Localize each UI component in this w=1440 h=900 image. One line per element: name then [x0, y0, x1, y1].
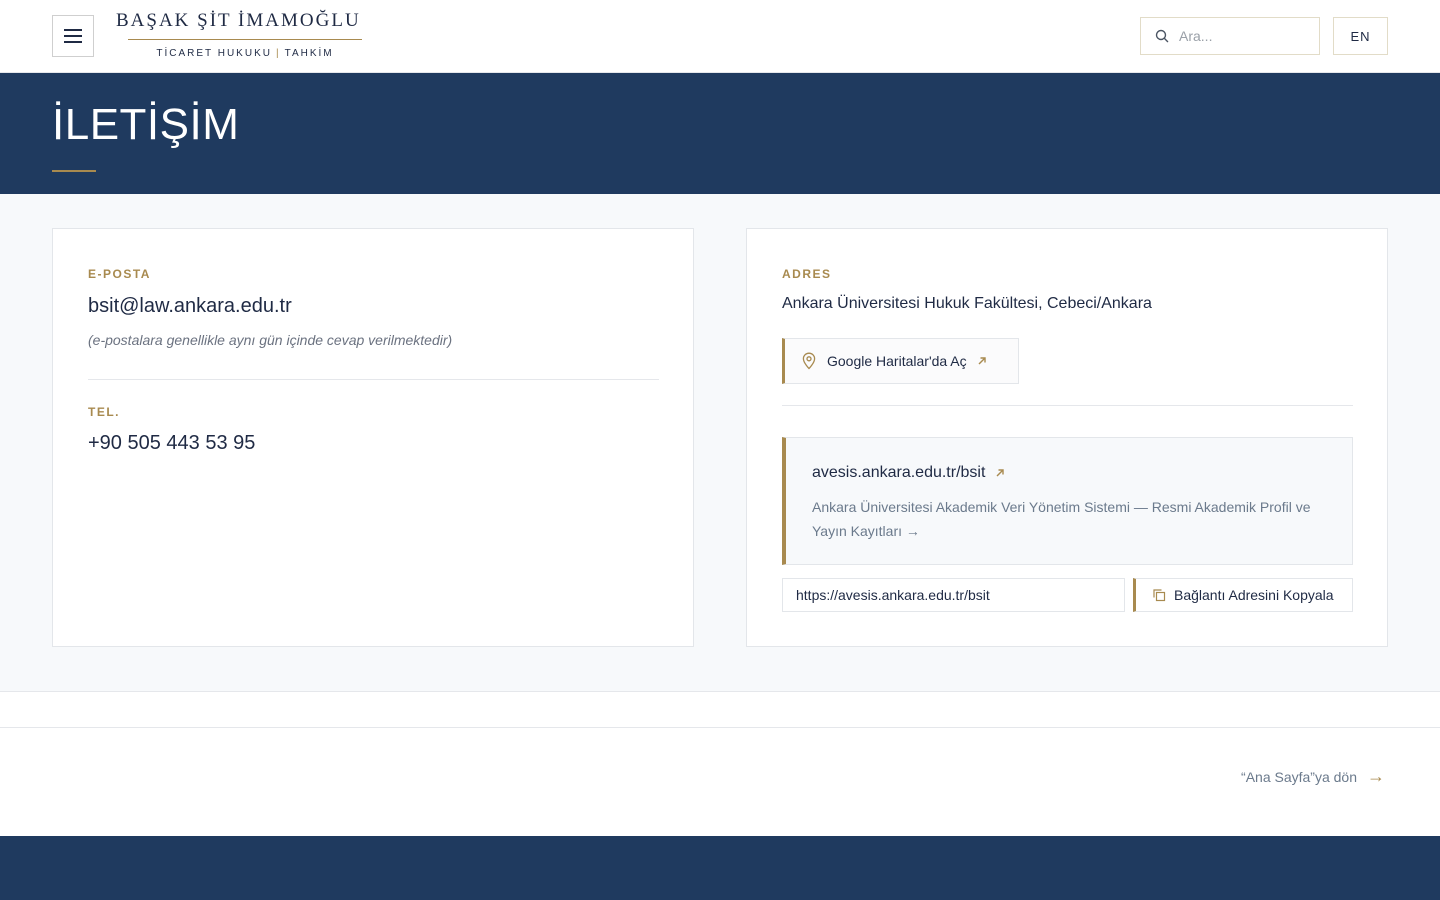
hamburger-menu-icon: [64, 29, 82, 31]
map-pin-icon: [802, 352, 816, 370]
contact-card: E-POSTA bsit@law.ankara.edu.tr (e-postal…: [52, 228, 694, 647]
copy-icon: [1153, 589, 1166, 602]
hamburger-menu-icon-line: [64, 35, 82, 37]
address-value: Ankara Üniversitesi Hukuk Fakültesi, Ceb…: [782, 295, 1152, 312]
top-navigation-bar: BAŞAK ŞİT İMAMOĞLU TİCARET HUKUKU | TAHKİM…: [0, 0, 1440, 73]
language-toggle-button[interactable]: EN: [1333, 17, 1388, 55]
academic-profile-link[interactable]: avesis.ankara.edu.tr/bsit: [812, 464, 1005, 482]
open-google-maps-label: Google Haritalar'da Aç: [827, 353, 967, 369]
open-google-maps-button[interactable]: Google Haritalar'da Aç: [782, 338, 1019, 384]
profile-url-field[interactable]: [782, 578, 1125, 612]
email-note: (e-postalara genellikle aynı gün içinde …: [88, 332, 453, 348]
brand-tagline: TİCARET HUKUKU | TAHKİM: [116, 48, 374, 59]
menu-button[interactable]: [52, 15, 94, 57]
address-card: ADRES Ankara Üniversitesi Hukuk Fakültes…: [746, 228, 1388, 647]
academic-profile-box: avesis.ankara.edu.tr/bsit Ankara Ünivers…: [782, 437, 1353, 565]
address-label: ADRES: [782, 267, 832, 281]
search-box[interactable]: [1140, 17, 1320, 55]
divider: [782, 405, 1353, 406]
brand-tag-separator: |: [275, 48, 281, 59]
brand-rule: [128, 39, 362, 40]
page-hero: İLETİŞİM: [0, 73, 1440, 194]
brand-logo[interactable]: BAŞAK ŞİT İMAMOĞLU TİCARET HUKUKU | TAHKİM: [116, 10, 374, 59]
arrow-right-icon: →: [1367, 766, 1385, 786]
brand-name: BAŞAK ŞİT İMAMOĞLU: [116, 10, 361, 31]
page-title: İLETİŞİM: [52, 100, 240, 149]
tel-label: TEL.: [88, 405, 120, 419]
brand-tag-left: TİCARET HUKUKU: [156, 48, 272, 59]
phone-link[interactable]: +90 505 443 53 95: [88, 432, 255, 455]
brand-tag-right: TAHKİM: [284, 48, 334, 59]
hamburger-menu-icon-line: [64, 41, 82, 43]
page-footer: [0, 836, 1440, 900]
divider: [88, 379, 659, 380]
back-navigation: “Ana Sayfa”ya dön →: [0, 727, 1440, 836]
external-arrow-icon: [996, 469, 1005, 477]
copy-link-label: Bağlantı Adresini Kopyala: [1174, 587, 1334, 603]
academic-profile-title: avesis.ankara.edu.tr/bsit: [812, 464, 986, 481]
search-input[interactable]: [1179, 28, 1309, 44]
search-icon: [1155, 29, 1169, 43]
back-to-home-label: “Ana Sayfa”ya dön: [1241, 768, 1357, 785]
contact-section: E-POSTA bsit@law.ankara.edu.tr (e-postal…: [0, 194, 1440, 692]
copy-link-button[interactable]: Bağlantı Adresini Kopyala: [1133, 578, 1353, 612]
back-to-home-link[interactable]: “Ana Sayfa”ya dön →: [1241, 766, 1385, 787]
academic-profile-description[interactable]: Ankara Üniversitesi Akademik Veri Yöneti…: [812, 495, 1332, 543]
external-arrow-icon: [978, 357, 986, 365]
email-link[interactable]: bsit@law.ankara.edu.tr: [88, 295, 292, 318]
title-underline: [52, 170, 96, 172]
email-label: E-POSTA: [88, 267, 151, 281]
